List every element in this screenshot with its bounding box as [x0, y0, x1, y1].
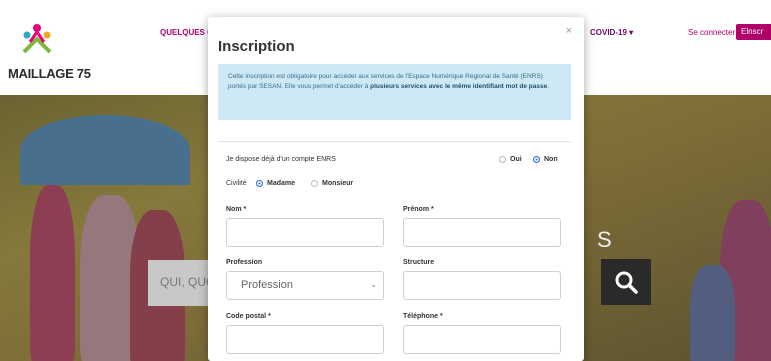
modal-title: Inscription	[218, 38, 295, 55]
radio-non[interactable]	[533, 156, 540, 163]
profession-select-value: Profession	[241, 279, 293, 291]
prenom-label: Prénom *	[403, 206, 434, 213]
profession-label: Profession	[226, 259, 263, 266]
radio-monsieur[interactable]	[311, 180, 318, 187]
radio-non-label: Non	[544, 156, 558, 163]
info-box: Cette inscription est obligatoire pour a…	[218, 64, 571, 120]
code-postal-label: Code postal *	[226, 313, 271, 320]
radio-madame[interactable]	[256, 180, 263, 187]
radio-monsieur-label: Monsieur	[322, 180, 354, 187]
radio-madame-label: Madame	[267, 180, 296, 187]
nav-login[interactable]: Se connecter	[688, 28, 735, 37]
radio-oui-label: Oui	[510, 156, 522, 163]
structure-input[interactable]	[403, 271, 561, 300]
code-postal-input[interactable]	[226, 325, 384, 354]
signup-button[interactable]: Elnscr	[736, 24, 771, 40]
registration-modal: × Inscription Cette inscription est obli…	[208, 17, 584, 361]
profession-select[interactable]: Profession ⌄	[226, 271, 384, 300]
hero-search-input[interactable]: QUI, QUO	[148, 260, 208, 306]
search-icon	[615, 271, 638, 294]
nav-covid[interactable]: COVID-19 ▾	[590, 28, 633, 37]
chevron-down-icon: ⌄	[370, 280, 377, 289]
info-bold-text: plusieurs services avec le même identifi…	[370, 83, 548, 90]
hero-search-button[interactable]	[601, 259, 651, 305]
enrs-question: Je dispose déjà d'un compte ENRS	[226, 156, 336, 163]
nom-label: Nom *	[226, 206, 247, 213]
info-end: .	[547, 83, 549, 90]
site-logo[interactable]: MAILLAGE 75	[8, 18, 91, 90]
structure-label: Structure	[403, 259, 435, 266]
civilite-label: Civilité	[226, 180, 247, 187]
close-icon[interactable]: ×	[566, 25, 572, 37]
nom-input[interactable]	[226, 218, 384, 247]
divider	[218, 141, 571, 142]
radio-oui[interactable]	[499, 156, 506, 163]
hero-heading-fragment: S	[597, 227, 612, 252]
telephone-input[interactable]	[403, 325, 561, 354]
logo-text: MAILLAGE 75	[8, 66, 91, 81]
telephone-label: Téléphone *	[403, 313, 443, 320]
logo-mark-icon	[22, 24, 52, 54]
prenom-input[interactable]	[403, 218, 561, 247]
nav-quelques[interactable]: QUELQUES O	[160, 28, 213, 37]
